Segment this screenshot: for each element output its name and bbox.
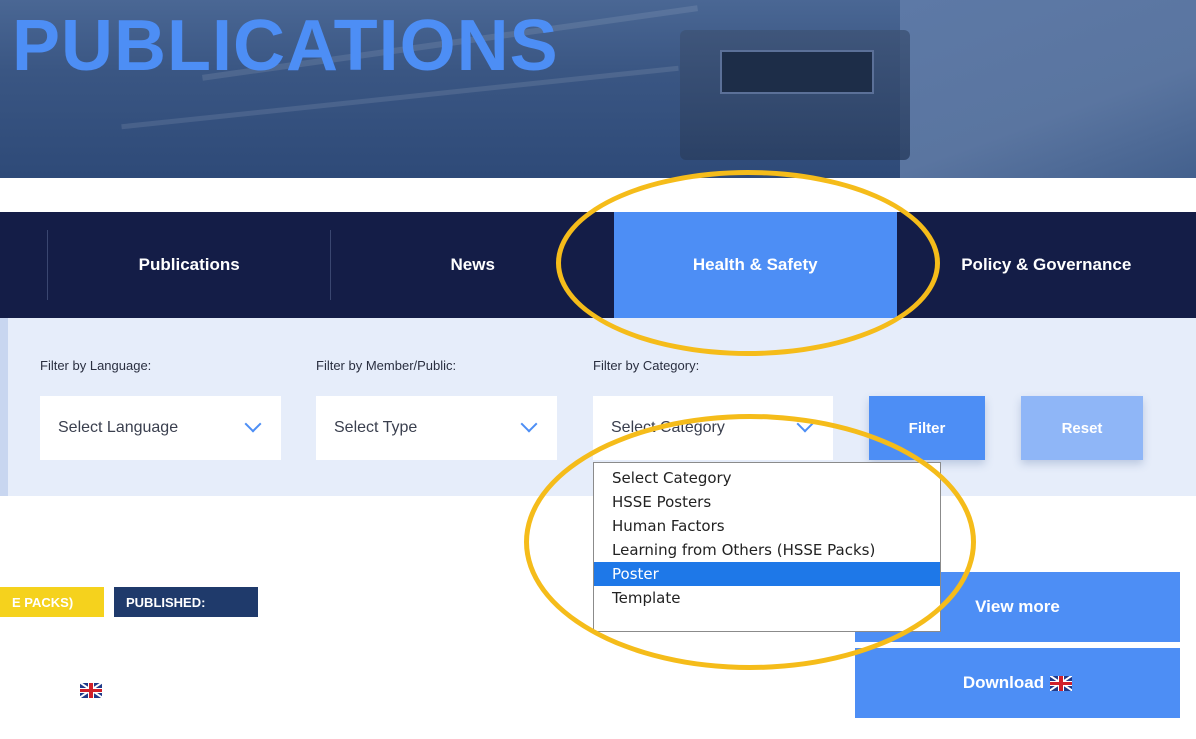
download-label: Download	[962, 673, 1045, 692]
dropdown-option[interactable]: Learning from Others (HSSE Packs)	[594, 538, 940, 562]
tab-label: Policy & Governance	[961, 255, 1132, 274]
tab-policy-governance[interactable]: Policy & Governance	[897, 212, 1196, 318]
chevron-down-icon	[244, 415, 262, 433]
dropdown-option[interactable]: HSSE Posters	[594, 490, 940, 514]
filter-button[interactable]: Filter	[869, 396, 985, 460]
tab-publications[interactable]: Publications	[48, 230, 332, 300]
view-more-label: View more	[975, 597, 1060, 616]
uk-flag-icon	[80, 682, 102, 700]
category-select[interactable]: Select Category	[593, 396, 833, 460]
tab-health-safety[interactable]: Health & Safety	[613, 212, 897, 318]
category-filter-label: Filter by Category:	[593, 358, 700, 373]
category-badge: E PACKS)	[0, 587, 104, 617]
dropdown-option[interactable]: Select Category	[594, 466, 940, 490]
hero-image-detail	[900, 0, 1196, 178]
tab-label: News	[450, 255, 495, 274]
dropdown-option-highlighted[interactable]: Poster	[594, 562, 940, 586]
dropdown-option[interactable]: Human Factors	[594, 514, 940, 538]
member-select-value: Select Type	[334, 419, 418, 436]
chevron-down-icon	[520, 415, 538, 433]
published-badge: PUBLISHED:	[114, 587, 258, 617]
member-type-select[interactable]: Select Type	[316, 396, 557, 460]
category-select-value: Select Category	[611, 419, 725, 436]
hero-banner: PUBLICATIONS	[0, 0, 1196, 178]
category-dropdown-list: Select Category HSSE Posters Human Facto…	[593, 462, 941, 632]
tab-label: Publications	[138, 255, 240, 274]
language-filter-label: Filter by Language:	[40, 358, 152, 373]
language-select-value: Select Language	[58, 419, 179, 436]
reset-button[interactable]: Reset	[1021, 396, 1143, 460]
panel-edge	[0, 318, 8, 496]
uk-flag-icon	[1050, 673, 1073, 693]
tab-news[interactable]: News	[331, 212, 614, 318]
nav-divider	[0, 230, 48, 300]
dropdown-option[interactable]: Template	[594, 586, 940, 610]
hero-image-detail	[720, 50, 874, 94]
download-button[interactable]: Download	[855, 648, 1180, 718]
chevron-down-icon	[796, 415, 814, 433]
page-title: PUBLICATIONS	[12, 6, 559, 86]
tab-label: Health & Safety	[692, 255, 818, 274]
language-select[interactable]: Select Language	[40, 396, 281, 460]
section-nav: Publications News Health & Safety Policy…	[0, 212, 1196, 318]
member-filter-label: Filter by Member/Public:	[316, 358, 457, 373]
